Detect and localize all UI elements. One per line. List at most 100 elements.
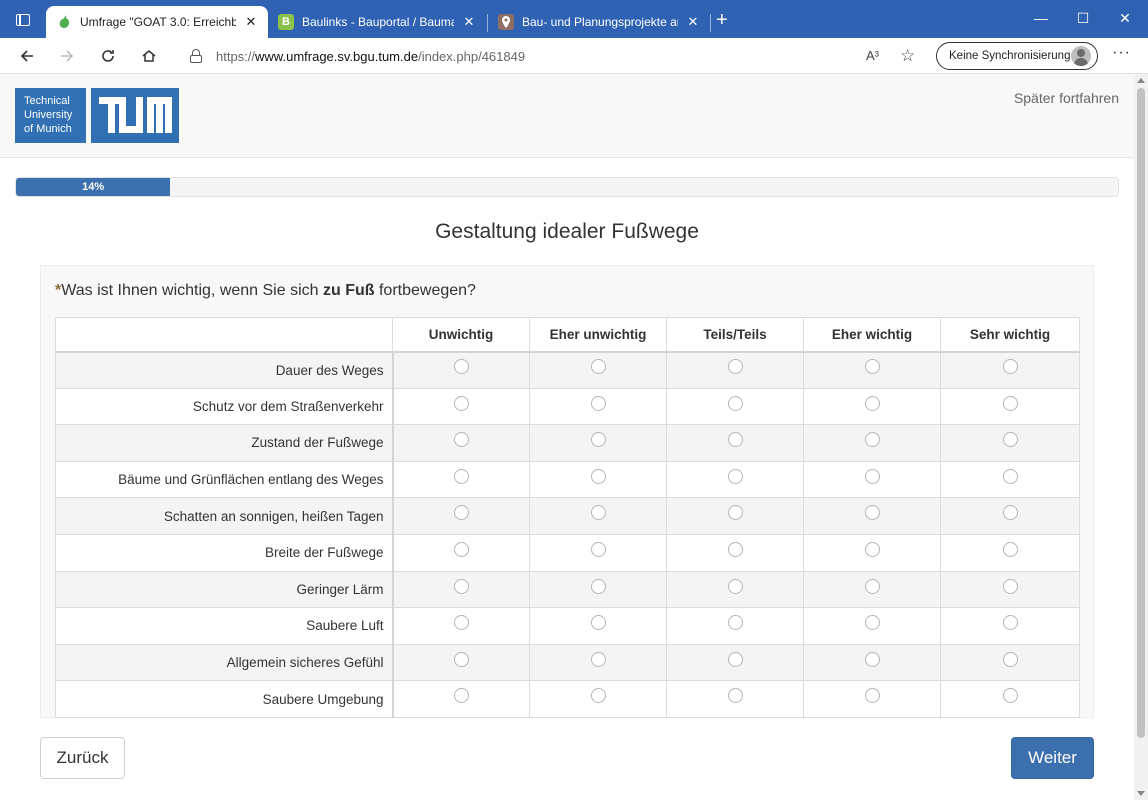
home-icon[interactable] [136, 44, 162, 68]
radio-button[interactable] [1002, 432, 1018, 448]
answer-cell[interactable] [940, 570, 1080, 609]
url-bar[interactable]: https://www.umfrage.sv.bgu.tum.de/index.… [178, 42, 926, 70]
answer-cell[interactable] [803, 570, 941, 609]
scrollbar-thumb[interactable] [1137, 88, 1145, 738]
radio-button[interactable] [453, 432, 469, 448]
radio-button[interactable] [453, 359, 469, 375]
radio-button[interactable] [1002, 651, 1018, 667]
answer-cell[interactable] [940, 680, 1080, 718]
reload-icon[interactable] [95, 44, 121, 68]
read-aloud-icon[interactable]: A³ [866, 48, 879, 63]
answer-cell[interactable] [666, 680, 804, 718]
answer-cell[interactable] [803, 387, 941, 426]
answer-cell[interactable] [803, 351, 941, 389]
answer-cell[interactable] [666, 607, 804, 645]
answer-cell[interactable] [666, 570, 804, 609]
radio-button[interactable] [453, 651, 469, 667]
continue-later-link[interactable]: Später fortfahren [1014, 90, 1119, 106]
answer-cell[interactable] [529, 607, 667, 645]
answer-cell[interactable] [803, 607, 941, 645]
answer-cell[interactable] [940, 387, 1080, 426]
answer-cell[interactable] [666, 533, 804, 572]
radio-button[interactable] [727, 505, 743, 521]
radio-button[interactable] [727, 395, 743, 411]
answer-cell[interactable] [666, 424, 804, 462]
sync-button[interactable]: Keine Synchronisierung [936, 42, 1098, 70]
answer-cell[interactable] [529, 497, 667, 535]
new-tab-button[interactable]: + [716, 10, 728, 30]
radio-button[interactable] [590, 432, 606, 448]
radio-button[interactable] [727, 615, 743, 631]
radio-button[interactable] [1002, 578, 1018, 594]
radio-button[interactable] [864, 395, 880, 411]
tab-actions-icon[interactable] [10, 10, 36, 30]
answer-cell[interactable] [529, 351, 667, 389]
answer-cell[interactable] [392, 607, 530, 645]
answer-cell[interactable] [392, 460, 530, 499]
tum-logo-mark[interactable] [91, 88, 179, 143]
radio-button[interactable] [453, 468, 469, 484]
answer-cell[interactable] [666, 643, 804, 682]
answer-cell[interactable] [392, 387, 530, 426]
answer-cell[interactable] [940, 607, 1080, 645]
radio-button[interactable] [590, 688, 606, 704]
radio-button[interactable] [727, 688, 743, 704]
answer-cell[interactable] [666, 460, 804, 499]
answer-cell[interactable] [666, 351, 804, 389]
answer-cell[interactable] [529, 643, 667, 682]
browser-tab-bauprojekte[interactable]: Bau- und Planungsprojekte auf B ✕ [488, 6, 710, 38]
answer-cell[interactable] [803, 680, 941, 718]
radio-button[interactable] [864, 359, 880, 375]
answer-cell[interactable] [392, 424, 530, 462]
radio-button[interactable] [864, 542, 880, 558]
answer-cell[interactable] [940, 424, 1080, 462]
radio-button[interactable] [727, 359, 743, 375]
radio-button[interactable] [453, 542, 469, 558]
answer-cell[interactable] [803, 424, 941, 462]
back-icon[interactable] [14, 44, 40, 68]
radio-button[interactable] [864, 688, 880, 704]
radio-button[interactable] [1002, 359, 1018, 375]
answer-cell[interactable] [803, 497, 941, 535]
forward-icon[interactable] [54, 44, 80, 68]
radio-button[interactable] [864, 432, 880, 448]
browser-tab-umfrage[interactable]: Umfrage "GOAT 3.0: Erreichbarkeit ✕ [46, 6, 268, 38]
answer-cell[interactable] [529, 424, 667, 462]
answer-cell[interactable] [529, 533, 667, 572]
radio-button[interactable] [453, 505, 469, 521]
browser-tab-baulinks[interactable]: B Baulinks - Bauportal / Baumagazin ✕ [268, 6, 486, 38]
radio-button[interactable] [453, 395, 469, 411]
maximize-button[interactable]: ☐ [1068, 10, 1098, 27]
minimize-button[interactable]: — [1026, 10, 1056, 26]
answer-cell[interactable] [529, 387, 667, 426]
answer-cell[interactable] [666, 497, 804, 535]
answer-cell[interactable] [529, 570, 667, 609]
back-button[interactable]: Zurück [40, 737, 125, 779]
close-tab-icon[interactable]: ✕ [462, 14, 476, 30]
scroll-up-icon[interactable] [1137, 78, 1145, 83]
answer-cell[interactable] [940, 497, 1080, 535]
tum-logo-text[interactable]: Technical University of Munich [15, 88, 86, 143]
radio-button[interactable] [864, 505, 880, 521]
radio-button[interactable] [453, 578, 469, 594]
radio-button[interactable] [590, 395, 606, 411]
answer-cell[interactable] [529, 680, 667, 718]
answer-cell[interactable] [392, 680, 530, 718]
add-favorite-icon[interactable]: ☆ [900, 46, 915, 66]
answer-cell[interactable] [392, 533, 530, 572]
radio-button[interactable] [590, 505, 606, 521]
radio-button[interactable] [453, 688, 469, 704]
answer-cell[interactable] [803, 643, 941, 682]
close-tab-icon[interactable]: ✕ [686, 14, 700, 30]
close-tab-icon[interactable]: ✕ [244, 14, 258, 30]
answer-cell[interactable] [940, 533, 1080, 572]
page-scrollbar[interactable] [1134, 74, 1148, 800]
answer-cell[interactable] [940, 460, 1080, 499]
radio-button[interactable] [864, 615, 880, 631]
radio-button[interactable] [590, 468, 606, 484]
answer-cell[interactable] [666, 387, 804, 426]
answer-cell[interactable] [940, 351, 1080, 389]
answer-cell[interactable] [940, 643, 1080, 682]
answer-cell[interactable] [529, 460, 667, 499]
scroll-down-icon[interactable] [1137, 791, 1145, 796]
